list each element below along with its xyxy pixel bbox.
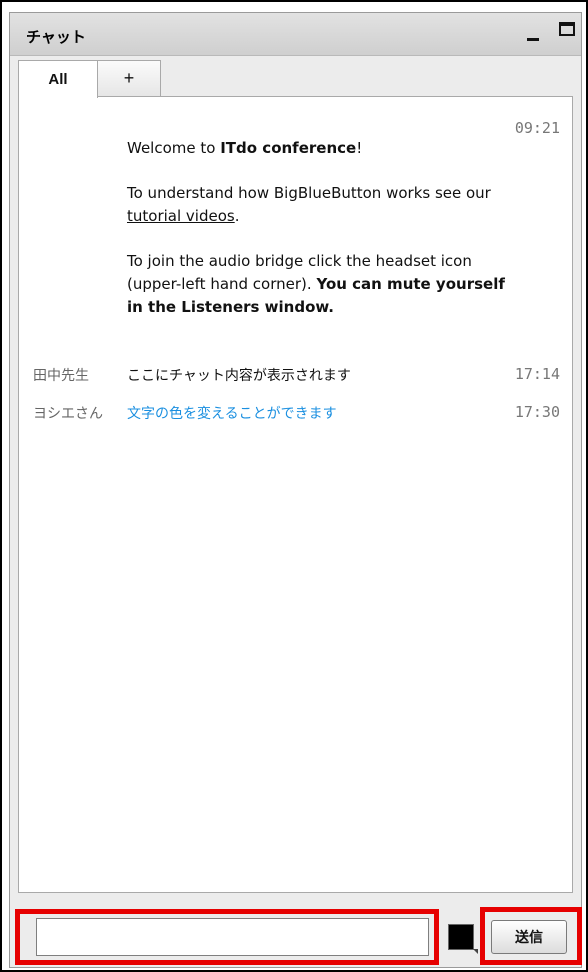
tab-add[interactable]: +	[97, 60, 161, 96]
title-bar[interactable]: チャット	[10, 13, 581, 56]
window-title: チャット	[26, 29, 86, 46]
tutorial-text-suffix: .	[234, 207, 240, 225]
text-color-picker[interactable]	[448, 924, 478, 954]
message-time: 17:30	[514, 403, 560, 421]
message-time: 17:14	[514, 365, 560, 383]
chat-message-area[interactable]: 09:21 Welcome to ITdo conference! To und…	[18, 96, 573, 893]
conference-name: ITdo conference	[220, 139, 357, 157]
tutorial-videos-link[interactable]: tutorial videos	[127, 207, 235, 225]
input-highlight-box	[15, 909, 439, 965]
send-highlight-box	[480, 907, 582, 965]
tab-all[interactable]: All	[18, 60, 98, 98]
maximize-icon[interactable]	[559, 22, 575, 36]
message-text: ここにチャット内容が表示されます	[127, 368, 351, 384]
welcome-text: Welcome to	[127, 139, 221, 157]
message-text: 文字の色を変えることができます	[127, 406, 337, 422]
welcome-message: Welcome to ITdo conference! To understan…	[127, 137, 507, 341]
tab-bar: All +	[18, 60, 573, 98]
message-sender: 田中先生	[33, 368, 89, 384]
message-time: 09:21	[514, 119, 560, 137]
tutorial-text: To understand how BigBlueButton works se…	[127, 184, 491, 202]
welcome-text-suffix: !	[356, 139, 363, 157]
minimize-icon[interactable]	[523, 21, 543, 43]
message-sender: ヨシエさん	[33, 406, 103, 422]
